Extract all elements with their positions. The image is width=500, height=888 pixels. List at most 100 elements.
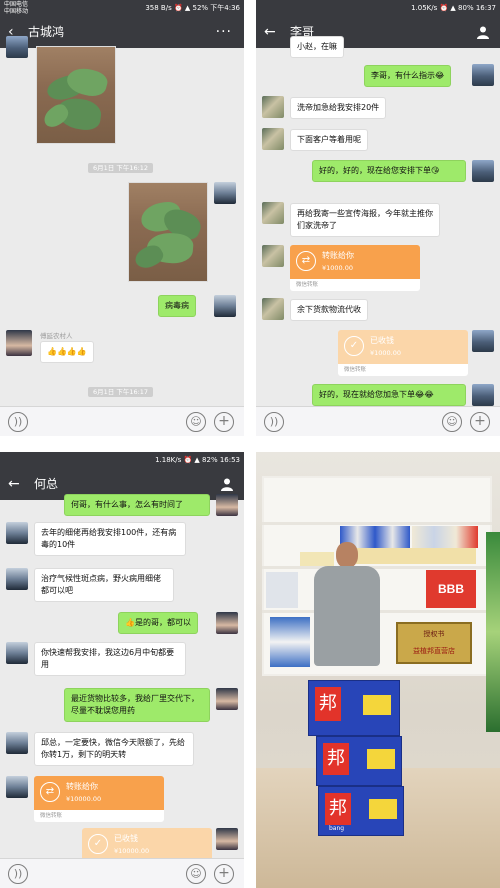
nav-bar: ‹ 古城鸿 ··· [0, 16, 244, 48]
avatar[interactable] [472, 160, 494, 182]
message-bubble-outgoing[interactable]: 👍是的哥，都可以 [118, 612, 198, 634]
product-bottles [300, 552, 334, 566]
carton-sub: bang [329, 825, 345, 832]
transfer-label: 转账给你 [66, 782, 98, 791]
product-label: BBB [426, 570, 476, 608]
avatar[interactable] [6, 522, 28, 544]
chat-title: 何总 [34, 477, 59, 491]
person-icon[interactable] [476, 25, 490, 39]
avatar[interactable] [472, 330, 494, 352]
message-bubble-outgoing[interactable]: 何哥，有什么事，怎么有时间了 [64, 494, 210, 516]
chat-screenshot-1: 中国电信 中国移动 358 B/s ⏰ ▲ 52% 下午4:36 ‹ 古城鸿 ·… [0, 0, 244, 436]
transfer-amount: ¥10000.00 [114, 847, 150, 855]
chat-screenshot-2: 1.05K/s ⏰ ▲ 80% 16:37 ← 李哥 小赵，在嘛 李哥，有什么指… [256, 0, 500, 436]
product-boxes [412, 526, 478, 548]
message-bubble-outgoing[interactable]: 好的，现在就给您加急下单😂😂 [312, 384, 466, 406]
avatar[interactable] [6, 330, 32, 356]
plus-icon[interactable]: + [214, 412, 234, 432]
status-bar: 1.18K/s ⏰ ▲ 82% 16:53 [0, 452, 244, 468]
product-carton: 邦 [316, 736, 402, 786]
message-bubble-incoming[interactable]: 治疗气候性斑点病，野火病用细佬都可以吧 [34, 568, 174, 602]
arrow-left-icon[interactable]: ← [264, 22, 276, 42]
message-bubble-incoming[interactable]: 再给我寄一些宣传海报，今年就主推你们家洗帝了 [290, 203, 440, 237]
transfer-label: 转账给你 [322, 251, 354, 260]
avatar[interactable] [472, 64, 494, 86]
transfer-received-card[interactable]: ✓ 已收钱 ¥1000.00 微信转账 [338, 330, 468, 376]
avatar[interactable] [262, 128, 284, 150]
carton-logo: 邦 [315, 687, 341, 721]
message-bubble-outgoing[interactable]: 最近货物比较多，我给厂里交代下，尽量不耽误您用药 [64, 688, 210, 722]
arrow-left-icon[interactable]: ← [8, 474, 20, 494]
carton-logo: 邦 [323, 743, 349, 775]
status-bar: 中国电信 中国移动 358 B/s ⏰ ▲ 52% 下午4:36 [0, 0, 244, 16]
avatar[interactable] [472, 384, 494, 406]
message-bubble-incoming[interactable]: 小赵，在嘛 [290, 36, 344, 58]
check-icon: ✓ [88, 834, 108, 854]
avatar[interactable] [214, 295, 236, 317]
chat-area[interactable]: 何哥，有什么事，怎么有时间了 去年的细佬再给我安排100件，还有病毒的10件 治… [0, 494, 244, 862]
avatar[interactable] [6, 776, 28, 798]
avatar[interactable] [6, 568, 28, 590]
transfer-card[interactable]: ⇄ 转账给你 ¥10000.00 微信转账 [34, 776, 164, 822]
transfer-amount: ¥1000.00 [322, 264, 354, 272]
emoji-icon[interactable]: ☺ [186, 412, 206, 432]
emoji-icon[interactable]: ☺ [442, 412, 462, 432]
avatar[interactable] [6, 732, 28, 754]
status-right: 1.05K/s ⏰ ▲ 80% 16:37 [411, 4, 496, 12]
certificate-plaque: 授权书 益植邦直营店 [396, 622, 472, 664]
product-carton: 邦 bang [318, 786, 404, 836]
transfer-footer: 微信转账 [34, 810, 164, 822]
message-bubble-outgoing[interactable]: 李哥，有什么指示😂 [364, 65, 452, 87]
message-bubble-incoming[interactable]: 你快速帮我安排，我这边6月中旬都要用 [34, 642, 186, 676]
message-bubble-outgoing[interactable]: 病毒病 [158, 295, 196, 317]
avatar[interactable] [216, 828, 238, 850]
avatar[interactable] [216, 494, 238, 516]
avatar[interactable] [6, 642, 28, 664]
transfer-icon: ⇄ [296, 251, 316, 271]
avatar[interactable] [216, 612, 238, 634]
avatar[interactable] [262, 202, 284, 224]
avatar[interactable] [6, 36, 28, 58]
transfer-card[interactable]: ⇄ 转账给你 ¥1000.00 微信转账 [290, 245, 420, 291]
voice-icon[interactable]: )) [264, 412, 284, 432]
plus-icon[interactable]: + [470, 412, 490, 432]
timestamp: 6月1日 下午16:17 [88, 387, 154, 397]
product-carton: 邦 [308, 680, 400, 736]
store-photo: BBB 授权书 益植邦直营店 邦 邦 邦 bang [256, 452, 500, 888]
message-bubble-incoming[interactable]: 洗帝加急给我安排20件 [290, 97, 387, 119]
photo-message[interactable] [36, 46, 116, 144]
avatar[interactable] [262, 298, 284, 320]
transfer-received-card[interactable]: ✓ 已收钱 ¥10000.00 [82, 828, 212, 862]
certificate-title: 授权书 [423, 630, 445, 638]
input-bar: )) ☺ + [0, 858, 244, 888]
avatar[interactable] [262, 245, 284, 267]
message-bubble-incoming[interactable]: 下面客户等着用呢 [290, 129, 368, 151]
message-bubble-incoming[interactable]: 余下货款物流代收 [290, 299, 368, 321]
voice-icon[interactable]: )) [8, 412, 28, 432]
message-bubble-outgoing[interactable]: 好的，好的，现在给您安排下单😘 [312, 160, 466, 182]
sender-nickname: 傅延农村人 [40, 332, 73, 340]
transfer-footer: 微信转账 [290, 279, 420, 291]
message-bubble-incoming[interactable]: 邱总，一定要快，微信今天限额了，先给你转1万，剩下的明天转 [34, 732, 194, 766]
photo-message[interactable] [128, 182, 208, 282]
timestamp: 6月1日 下午16:12 [88, 163, 154, 173]
input-bar: )) ☺ + [0, 406, 244, 436]
avatar[interactable] [262, 96, 284, 118]
emoji-icon[interactable]: ☺ [186, 864, 206, 884]
status-bar: 1.05K/s ⏰ ▲ 80% 16:37 [256, 0, 500, 16]
transfer-label: 已收钱 [114, 834, 138, 843]
message-bubble-incoming[interactable]: 👍👍👍👍 [40, 341, 94, 363]
avatar[interactable] [216, 688, 238, 710]
certificate-store: 益植邦直营店 [413, 647, 455, 655]
person-icon[interactable] [220, 477, 234, 491]
avatar[interactable] [214, 182, 236, 204]
chat-area[interactable]: 6月1日 下午16:12 病毒病 傅延农村人 👍👍👍👍 6月1日 下午16:17 [0, 36, 244, 406]
person-shirt [314, 566, 380, 666]
plus-icon[interactable]: + [214, 864, 234, 884]
chat-area[interactable]: 小赵，在嘛 李哥，有什么指示😂 洗帝加急给我安排20件 下面客户等着用呢 好的，… [256, 36, 500, 406]
carrier-2: 中国移动 [4, 8, 29, 15]
product-boxes [356, 548, 476, 564]
voice-icon[interactable]: )) [8, 864, 28, 884]
more-icon[interactable]: ··· [216, 22, 232, 42]
message-bubble-incoming[interactable]: 去年的细佬再给我安排100件，还有病毒的10件 [34, 522, 186, 556]
